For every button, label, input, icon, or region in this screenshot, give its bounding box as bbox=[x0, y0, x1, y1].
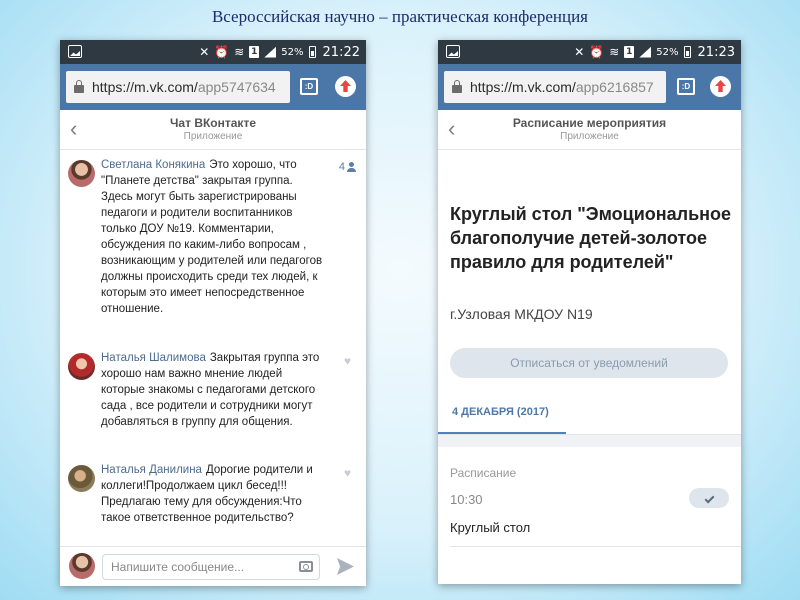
event-details: Круглый стол "Эмоциональное благополучие… bbox=[438, 150, 741, 584]
app-header: ‹ Расписание мероприятия Приложение bbox=[438, 110, 741, 150]
tab-date[interactable]: 4 ДЕКАБРЯ (2017) bbox=[438, 394, 566, 434]
sim-icon: 1 bbox=[624, 46, 635, 58]
check-icon bbox=[704, 493, 714, 504]
wifi-icon: ≋ bbox=[609, 45, 620, 59]
person-icon bbox=[347, 162, 356, 172]
status-bar: ✕ ⏰ ≋ 1 52% 21:23 bbox=[438, 40, 741, 64]
alarm-icon: ⏰ bbox=[589, 45, 605, 59]
message-author[interactable]: Наталья Данилина bbox=[101, 464, 202, 476]
mute-icon: ✕ bbox=[574, 45, 585, 59]
chat-message: Наталья Данилина Дорогие родители и колле… bbox=[60, 462, 366, 526]
avatar[interactable] bbox=[68, 160, 95, 187]
slide-title: Всероссийская научно – практическая конф… bbox=[211, 7, 589, 26]
phone-chat-screen: ✕ ⏰ ≋ 1 52% 21:22 https://m.vk.com/app57… bbox=[60, 40, 366, 586]
lock-icon bbox=[452, 80, 462, 93]
url-host: https://m.vk.com/ bbox=[470, 79, 576, 95]
app-title: Расписание мероприятия bbox=[512, 116, 667, 130]
app-header: ‹ Чат ВКонтакте Приложение bbox=[60, 110, 366, 150]
event-place: г.Узловая МКДОУ N19 bbox=[450, 306, 593, 322]
app-title: Чат ВКонтакте bbox=[170, 116, 256, 130]
browser-toolbar: https://m.vk.com/app5747634 :D bbox=[60, 64, 366, 110]
browser-toolbar: https://m.vk.com/app6216857 :D bbox=[438, 64, 741, 110]
clock: 21:23 bbox=[697, 44, 735, 60]
chat-message-list[interactable]: Светлана Конякина Это хорошо, что "Планет… bbox=[60, 150, 366, 546]
chat-message: Светлана Конякина Это хорошо, что "Планет… bbox=[60, 157, 366, 317]
clock: 21:22 bbox=[322, 44, 360, 60]
url-field[interactable]: https://m.vk.com/app5747634 bbox=[66, 71, 290, 103]
status-bar: ✕ ⏰ ≋ 1 52% 21:22 bbox=[60, 40, 366, 64]
url-path: app6216857 bbox=[575, 79, 654, 95]
menu-arrow-icon[interactable] bbox=[710, 76, 731, 97]
phone-event-screen: ✕ ⏰ ≋ 1 52% 21:23 https://m.vk.com/app62… bbox=[438, 40, 741, 584]
battery-percent: 52% bbox=[281, 46, 304, 58]
heart-icon[interactable]: ♥ bbox=[344, 355, 355, 367]
section-separator bbox=[438, 435, 741, 447]
schedule-time: 10:30 bbox=[450, 492, 483, 507]
unsubscribe-button[interactable]: Отписаться от уведомлений bbox=[450, 348, 728, 378]
lock-icon bbox=[74, 80, 84, 93]
schedule-label: Расписание bbox=[450, 466, 517, 480]
attend-toggle[interactable] bbox=[689, 488, 729, 508]
tabs-icon[interactable]: :D bbox=[300, 78, 318, 95]
menu-arrow-icon[interactable] bbox=[335, 76, 356, 97]
gallery-notification-icon bbox=[68, 45, 82, 58]
url-path: app5747634 bbox=[197, 79, 276, 95]
wifi-icon: ≋ bbox=[234, 45, 245, 59]
my-avatar bbox=[69, 553, 95, 579]
battery-icon bbox=[683, 46, 691, 58]
message-composer: Напишите сообщение... bbox=[60, 546, 366, 586]
message-author[interactable]: Светлана Конякина bbox=[101, 159, 205, 171]
message-text: Это хорошо, что "Планете детства" закрыт… bbox=[101, 159, 323, 315]
url-field[interactable]: https://m.vk.com/app6216857 bbox=[444, 71, 666, 103]
message-input-placeholder: Напишите сообщение... bbox=[111, 560, 245, 574]
avatar[interactable] bbox=[68, 465, 95, 492]
schedule-item: Круглый стол bbox=[450, 520, 531, 535]
likes-counter[interactable]: 4 bbox=[339, 161, 356, 173]
camera-icon[interactable] bbox=[299, 561, 313, 572]
url-host: https://m.vk.com/ bbox=[92, 79, 198, 95]
message-author[interactable]: Наталья Шалимова bbox=[101, 352, 206, 364]
mute-icon: ✕ bbox=[199, 45, 210, 59]
gallery-notification-icon bbox=[446, 45, 460, 58]
heart-icon[interactable]: ♥ bbox=[344, 467, 355, 479]
tabs-icon[interactable]: :D bbox=[677, 78, 695, 95]
back-icon[interactable]: ‹ bbox=[448, 118, 455, 140]
signal-icon bbox=[264, 46, 277, 58]
battery-icon bbox=[308, 46, 316, 58]
back-icon[interactable]: ‹ bbox=[70, 118, 77, 140]
chat-message: Наталья Шалимова Закрытая группа это хоро… bbox=[60, 350, 366, 430]
signal-icon bbox=[639, 46, 652, 58]
sim-icon: 1 bbox=[249, 46, 260, 58]
message-input[interactable]: Напишите сообщение... bbox=[102, 554, 320, 580]
app-subtitle: Приложение bbox=[560, 131, 619, 142]
battery-percent: 52% bbox=[656, 46, 679, 58]
app-subtitle: Приложение bbox=[183, 131, 243, 142]
schedule-divider bbox=[450, 546, 741, 547]
send-icon[interactable] bbox=[337, 558, 354, 575]
likes-count: 4 bbox=[338, 161, 345, 173]
avatar[interactable] bbox=[68, 353, 95, 380]
event-title: Круглый стол "Эмоциональное благополучие… bbox=[450, 204, 732, 272]
alarm-icon: ⏰ bbox=[214, 45, 230, 59]
